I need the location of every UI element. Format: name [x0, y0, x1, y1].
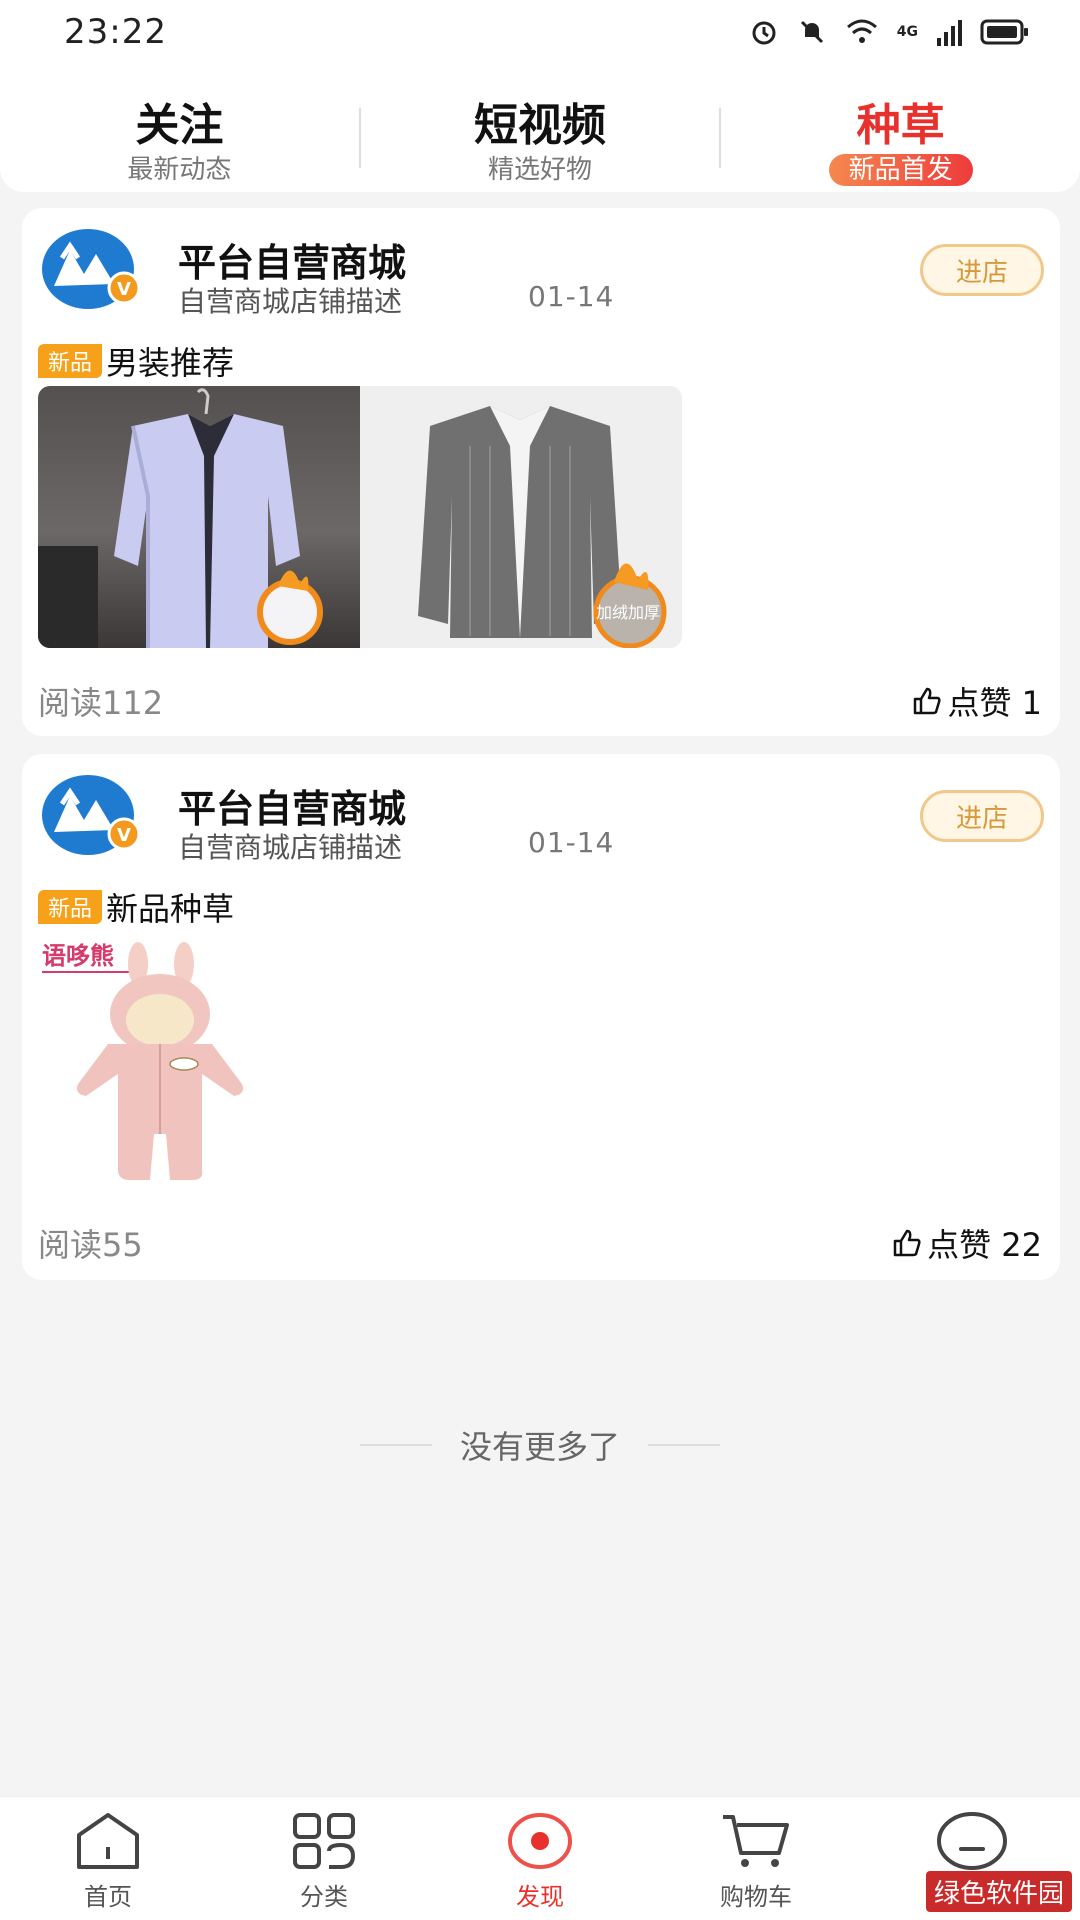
product-image-baby-snowsuit[interactable]: 语哆熊 — [38, 934, 264, 1194]
image-caption: 加绒加厚 — [596, 603, 660, 622]
shop-name[interactable]: 平台自营商城 — [178, 232, 406, 287]
end-of-list: 没有更多了 — [0, 1422, 1080, 1468]
like-button[interactable]: 点赞 22 — [891, 1220, 1042, 1266]
nav-home[interactable]: 首页 — [0, 1797, 216, 1920]
home-icon — [77, 1813, 139, 1869]
divider-line — [648, 1444, 720, 1446]
svg-text:V: V — [117, 279, 131, 300]
shop-description: 自营商城店铺描述 — [178, 831, 403, 864]
post-title-row: 新品 男装推荐 — [38, 338, 234, 384]
tab-recommend[interactable]: 种草 新品首发 — [721, 64, 1080, 192]
product-image-shirt-gray[interactable]: 加绒加厚 — [360, 386, 682, 648]
shop-name[interactable]: 平台自营商城 — [178, 778, 406, 833]
shop-avatar[interactable]: V — [40, 774, 142, 856]
profile-icon — [937, 1812, 1007, 1870]
nav-cart[interactable]: 购物车 — [648, 1797, 864, 1920]
enter-shop-button[interactable]: 进店 — [920, 790, 1044, 842]
wifi-icon — [846, 19, 877, 43]
status-icons: 4G — [749, 17, 1030, 47]
discover-icon — [508, 1813, 572, 1869]
new-tag: 新品 — [38, 344, 103, 378]
bottom-nav-bar: 首页 分类 发现 购物车 我的 — [0, 1796, 1080, 1920]
like-count: 点赞 1 — [947, 684, 1042, 722]
like-count: 点赞 22 — [927, 1226, 1042, 1264]
battery-icon — [980, 19, 1028, 45]
enter-shop-button[interactable]: 进店 — [920, 244, 1044, 296]
post-date: 01-14 — [528, 280, 615, 313]
watermark: 绿色软件园 — [925, 1871, 1072, 1912]
cart-icon — [723, 1815, 789, 1867]
post-card[interactable]: V 平台自营商城 自营商城店铺描述 01-14 进店 新品 新品种草 语哆熊 阅… — [22, 754, 1060, 1280]
nav-discover[interactable]: 发现 — [432, 1797, 648, 1920]
category-icon — [293, 1813, 356, 1869]
alarm-icon — [752, 21, 776, 45]
signal-icon — [937, 20, 962, 46]
tab-subtitle: 精选好物 — [488, 155, 593, 185]
post-card[interactable]: V 平台自营商城 自营商城店铺描述 01-14 进店 新品 男装推荐 加绒加厚 … — [22, 208, 1060, 736]
tab-title: 种草 — [856, 100, 945, 151]
no-more-text: 没有更多了 — [459, 1428, 620, 1466]
read-count: 阅读55 — [38, 1226, 143, 1264]
nav-label: 购物车 — [720, 1883, 792, 1911]
divider-line — [359, 1444, 432, 1446]
nav-label: 首页 — [84, 1883, 132, 1911]
image-brand-logo: 语哆熊 — [42, 942, 114, 970]
network-label: 4G — [896, 24, 918, 40]
post-title[interactable]: 男装推荐 — [106, 338, 234, 384]
like-button[interactable]: 点赞 1 — [911, 678, 1042, 724]
new-tag: 新品 — [38, 890, 103, 924]
product-image-shirt-light[interactable] — [38, 386, 360, 648]
tab-title: 短视频 — [474, 100, 606, 151]
thumb-up-icon — [914, 687, 942, 715]
status-bar: 23:22 4G — [0, 0, 1080, 64]
tab-short-video[interactable]: 短视频 精选好物 — [361, 64, 720, 192]
nav-category[interactable]: 分类 — [216, 1797, 432, 1920]
post-title[interactable]: 新品种草 — [106, 884, 234, 930]
tab-follow[interactable]: 关注 最新动态 — [0, 64, 359, 192]
thumb-up-icon — [893, 1229, 921, 1257]
shop-description: 自营商城店铺描述 — [178, 285, 403, 318]
tab-subtitle-badge: 新品首发 — [828, 154, 973, 186]
status-time: 23:22 — [64, 12, 167, 52]
svg-text:V: V — [117, 825, 131, 846]
read-count: 阅读112 — [38, 684, 164, 722]
nav-label: 发现 — [516, 1883, 564, 1911]
post-title-row: 新品 新品种草 — [38, 884, 234, 930]
shop-avatar[interactable]: V — [40, 228, 142, 310]
nav-label: 分类 — [300, 1883, 348, 1911]
mute-bell-icon — [800, 20, 823, 44]
tab-subtitle: 最新动态 — [127, 155, 232, 185]
post-date: 01-14 — [528, 826, 615, 859]
top-tab-bar: 关注 最新动态 短视频 精选好物 种草 新品首发 — [0, 64, 1080, 192]
tab-title: 关注 — [135, 100, 224, 151]
